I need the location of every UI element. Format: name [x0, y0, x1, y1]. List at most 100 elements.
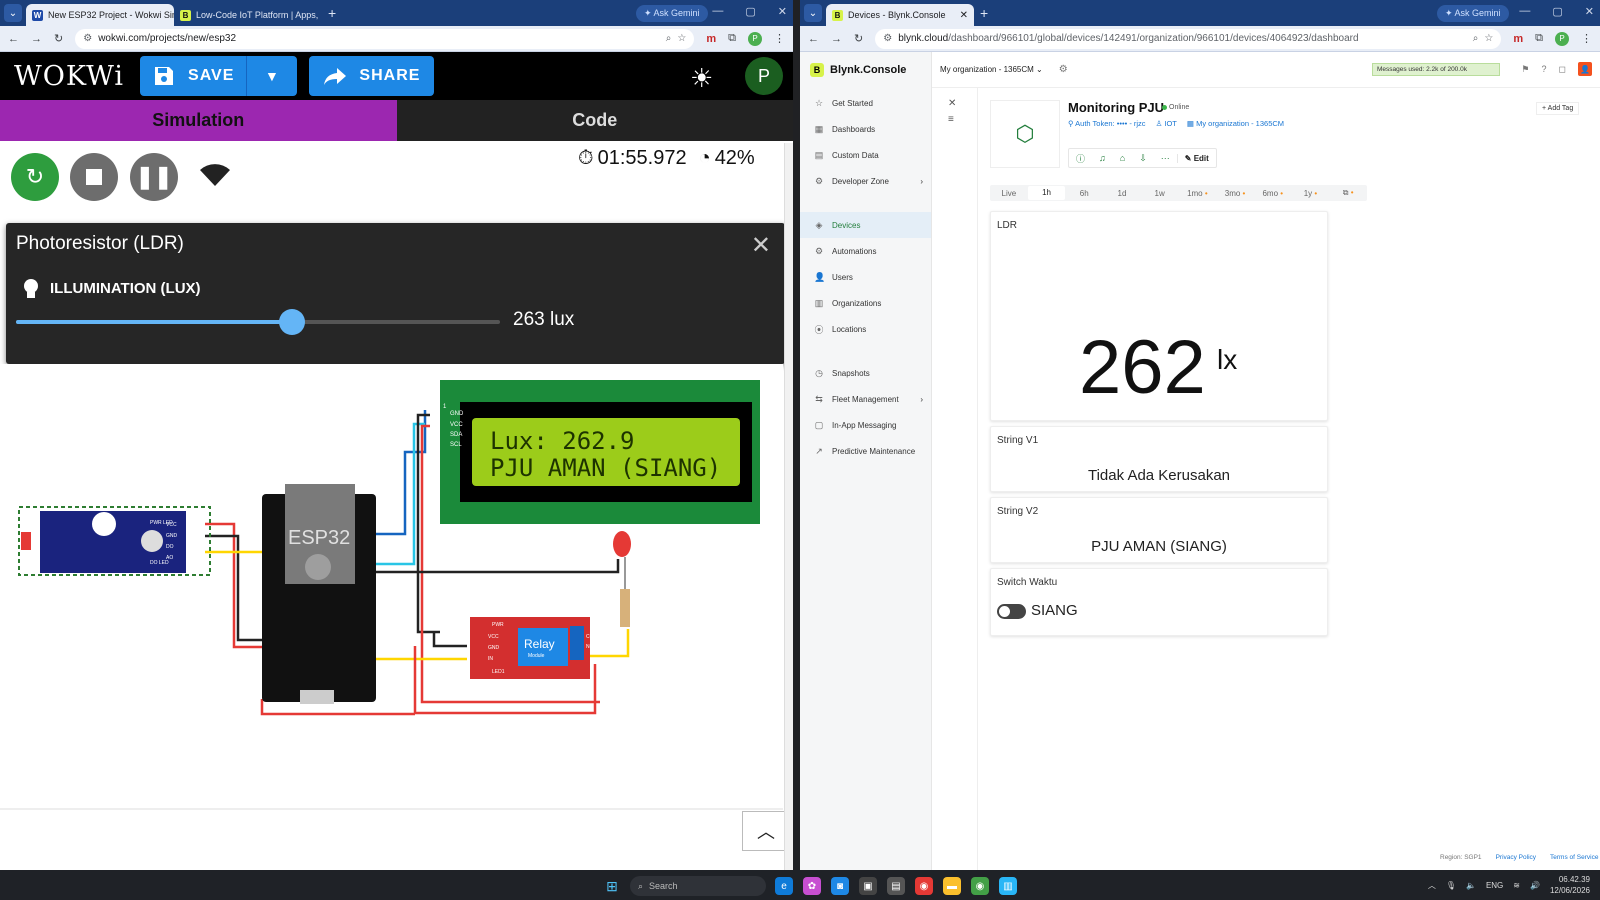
- time-range-option[interactable]: 3mo •: [1216, 189, 1254, 198]
- wokwi-logo[interactable]: WOKWi: [14, 61, 124, 92]
- tab-wokwi[interactable]: W New ESP32 Project - Wokwi Sim ✕: [26, 4, 174, 26]
- puzzle-icon[interactable]: ⧉: [728, 32, 736, 45]
- restart-button[interactable]: ↻: [11, 153, 59, 201]
- forward-icon[interactable]: →: [31, 33, 42, 45]
- time-range-option[interactable]: 6mo •: [1254, 189, 1292, 198]
- app-icon[interactable]: ◙: [831, 877, 849, 895]
- start-windows-icon[interactable]: ⊞: [603, 877, 621, 895]
- wifi-icon[interactable]: ≋: [1513, 881, 1520, 890]
- ldr-widget[interactable]: LDR 262 lx: [990, 211, 1328, 421]
- sidebar-item[interactable]: ⦿ Locations: [800, 316, 931, 342]
- time-switch-toggle[interactable]: [997, 604, 1026, 619]
- chrome-icon[interactable]: ◉: [915, 877, 933, 895]
- time-range-option[interactable]: ⧉ •: [1329, 188, 1367, 198]
- add-tag-button[interactable]: + Add Tag: [1536, 102, 1580, 115]
- slider-thumb[interactable]: [278, 309, 305, 335]
- pause-button[interactable]: ❚❚: [130, 153, 178, 201]
- language-indicator[interactable]: ENG: [1486, 881, 1503, 890]
- sidebar-item[interactable]: ◷ Snapshots: [800, 360, 931, 386]
- tab-blynk[interactable]: B Low-Code IoT Platform | Apps, ✕: [174, 4, 322, 26]
- zoom-icon[interactable]: ⌕: [1473, 33, 1479, 44]
- menu-icon[interactable]: ⋮: [1581, 32, 1592, 45]
- url-field[interactable]: ⚙ blynk.cloud/dashboard/966101/global/de…: [875, 28, 1502, 49]
- site-info-icon[interactable]: ⚙: [883, 33, 892, 44]
- zoom-icon[interactable]: ⌕: [666, 33, 672, 44]
- save-button[interactable]: SAVE: [140, 56, 246, 96]
- sidebar-item[interactable]: ⇆ Fleet Management ›: [800, 386, 931, 412]
- save-dropdown-button[interactable]: ▼: [247, 56, 297, 96]
- tab-search-button[interactable]: ⌄: [804, 4, 822, 22]
- bell-icon[interactable]: ♫: [1092, 153, 1113, 163]
- edge-icon[interactable]: e: [775, 877, 793, 895]
- forward-icon[interactable]: →: [831, 33, 842, 45]
- network-icon[interactable]: ⌂: [1113, 153, 1132, 163]
- sidebar-item[interactable]: ▢ In-App Messaging: [800, 412, 931, 438]
- sidebar-item[interactable]: 👤 Users: [800, 264, 931, 290]
- speaker-icon[interactable]: 🔈: [1466, 881, 1476, 890]
- star-icon[interactable]: ☆: [1484, 33, 1493, 44]
- url-field[interactable]: ⚙ wokwi.com/projects/new/esp32 ⌕ ☆: [75, 28, 695, 49]
- brand[interactable]: B Blynk.Console: [800, 51, 932, 88]
- terms-link[interactable]: Terms of Service: [1550, 854, 1598, 861]
- minimize-icon[interactable]: —: [712, 5, 723, 18]
- user-avatar[interactable]: 👤: [1578, 62, 1592, 76]
- profile-avatar[interactable]: P: [1555, 31, 1569, 46]
- back-icon[interactable]: ←: [808, 33, 819, 45]
- sidebar-item[interactable]: ◈ Devices: [800, 212, 931, 238]
- template-link[interactable]: ♙ IOT: [1156, 119, 1177, 128]
- volume-icon[interactable]: 🔊: [1530, 881, 1540, 890]
- sidebar-item[interactable]: ⚙ Automations: [800, 238, 931, 264]
- time-range-option[interactable]: Live: [990, 189, 1028, 198]
- sidebar-item[interactable]: ☆ Get Started: [800, 90, 931, 116]
- time-range-option[interactable]: 1h: [1027, 186, 1066, 200]
- vertical-scrollbar[interactable]: [784, 143, 793, 870]
- switch-widget[interactable]: Switch Waktu SIANG: [990, 568, 1328, 636]
- close-window-icon[interactable]: ✕: [778, 5, 787, 18]
- illumination-slider[interactable]: [16, 309, 500, 335]
- site-info-icon[interactable]: ⚙: [83, 33, 92, 44]
- time-range-option[interactable]: 6h: [1065, 189, 1103, 198]
- help-icon[interactable]: ?: [1542, 64, 1547, 74]
- chrome-icon[interactable]: ◉: [971, 877, 989, 895]
- privacy-link[interactable]: Privacy Policy: [1496, 854, 1536, 861]
- close-panel-icon[interactable]: ✕: [751, 231, 771, 260]
- menu-icon[interactable]: ⋮: [774, 32, 785, 45]
- notepad-icon[interactable]: ▥: [999, 877, 1017, 895]
- ask-gemini-button[interactable]: ✦ Ask Gemini: [636, 5, 708, 22]
- close-window-icon[interactable]: ✕: [1585, 5, 1594, 18]
- info-icon[interactable]: ⓘ: [1069, 152, 1092, 165]
- time-range-option[interactable]: 1d: [1103, 189, 1141, 198]
- announcement-icon[interactable]: ⚑: [1521, 64, 1529, 75]
- edit-button[interactable]: ✎ Edit: [1176, 153, 1216, 163]
- sidebar-item[interactable]: ▥ Organizations: [800, 290, 931, 316]
- led[interactable]: [613, 531, 631, 557]
- maximize-icon[interactable]: ▢: [745, 5, 755, 18]
- auth-token[interactable]: ⚲ Auth Token: •••• - rjzc: [1068, 119, 1146, 128]
- taskbar-search[interactable]: ⌕ Search: [630, 876, 766, 896]
- tab-search-button[interactable]: ⌄: [4, 4, 22, 22]
- time-range-option[interactable]: 1y •: [1292, 189, 1330, 198]
- download-icon[interactable]: ⇩: [1132, 153, 1154, 164]
- folder-icon[interactable]: ▬: [943, 877, 961, 895]
- copilot-icon[interactable]: ✿: [803, 877, 821, 895]
- minimize-icon[interactable]: —: [1519, 5, 1530, 18]
- reload-icon[interactable]: ↻: [54, 32, 63, 45]
- resistor[interactable]: [620, 589, 630, 627]
- store-icon[interactable]: ▣: [859, 877, 877, 895]
- time-range-option[interactable]: 1mo •: [1179, 189, 1217, 198]
- tab-simulation[interactable]: Simulation: [0, 100, 397, 141]
- app-icon[interactable]: ▤: [887, 877, 905, 895]
- org-selector[interactable]: My organization - 1365CM ⌄: [940, 65, 1043, 74]
- org-link[interactable]: ▦ My organization - 1365CM: [1187, 119, 1284, 128]
- ask-gemini-button[interactable]: ✦ Ask Gemini: [1437, 5, 1509, 22]
- new-tab-button[interactable]: +: [328, 5, 336, 21]
- tab-code[interactable]: Code: [396, 100, 793, 141]
- mic-icon[interactable]: 🎙: [1446, 881, 1456, 890]
- clock[interactable]: 06.42.39 12/06/2026: [1550, 874, 1590, 896]
- puzzle-icon[interactable]: ⧉: [1535, 32, 1543, 45]
- share-button[interactable]: SHARE: [309, 56, 435, 96]
- extension-icon[interactable]: m: [1513, 33, 1523, 45]
- star-icon[interactable]: ☆: [677, 33, 686, 44]
- notifications-icon[interactable]: ◻: [1559, 64, 1566, 75]
- settings-icon[interactable]: ⚙: [1059, 64, 1068, 75]
